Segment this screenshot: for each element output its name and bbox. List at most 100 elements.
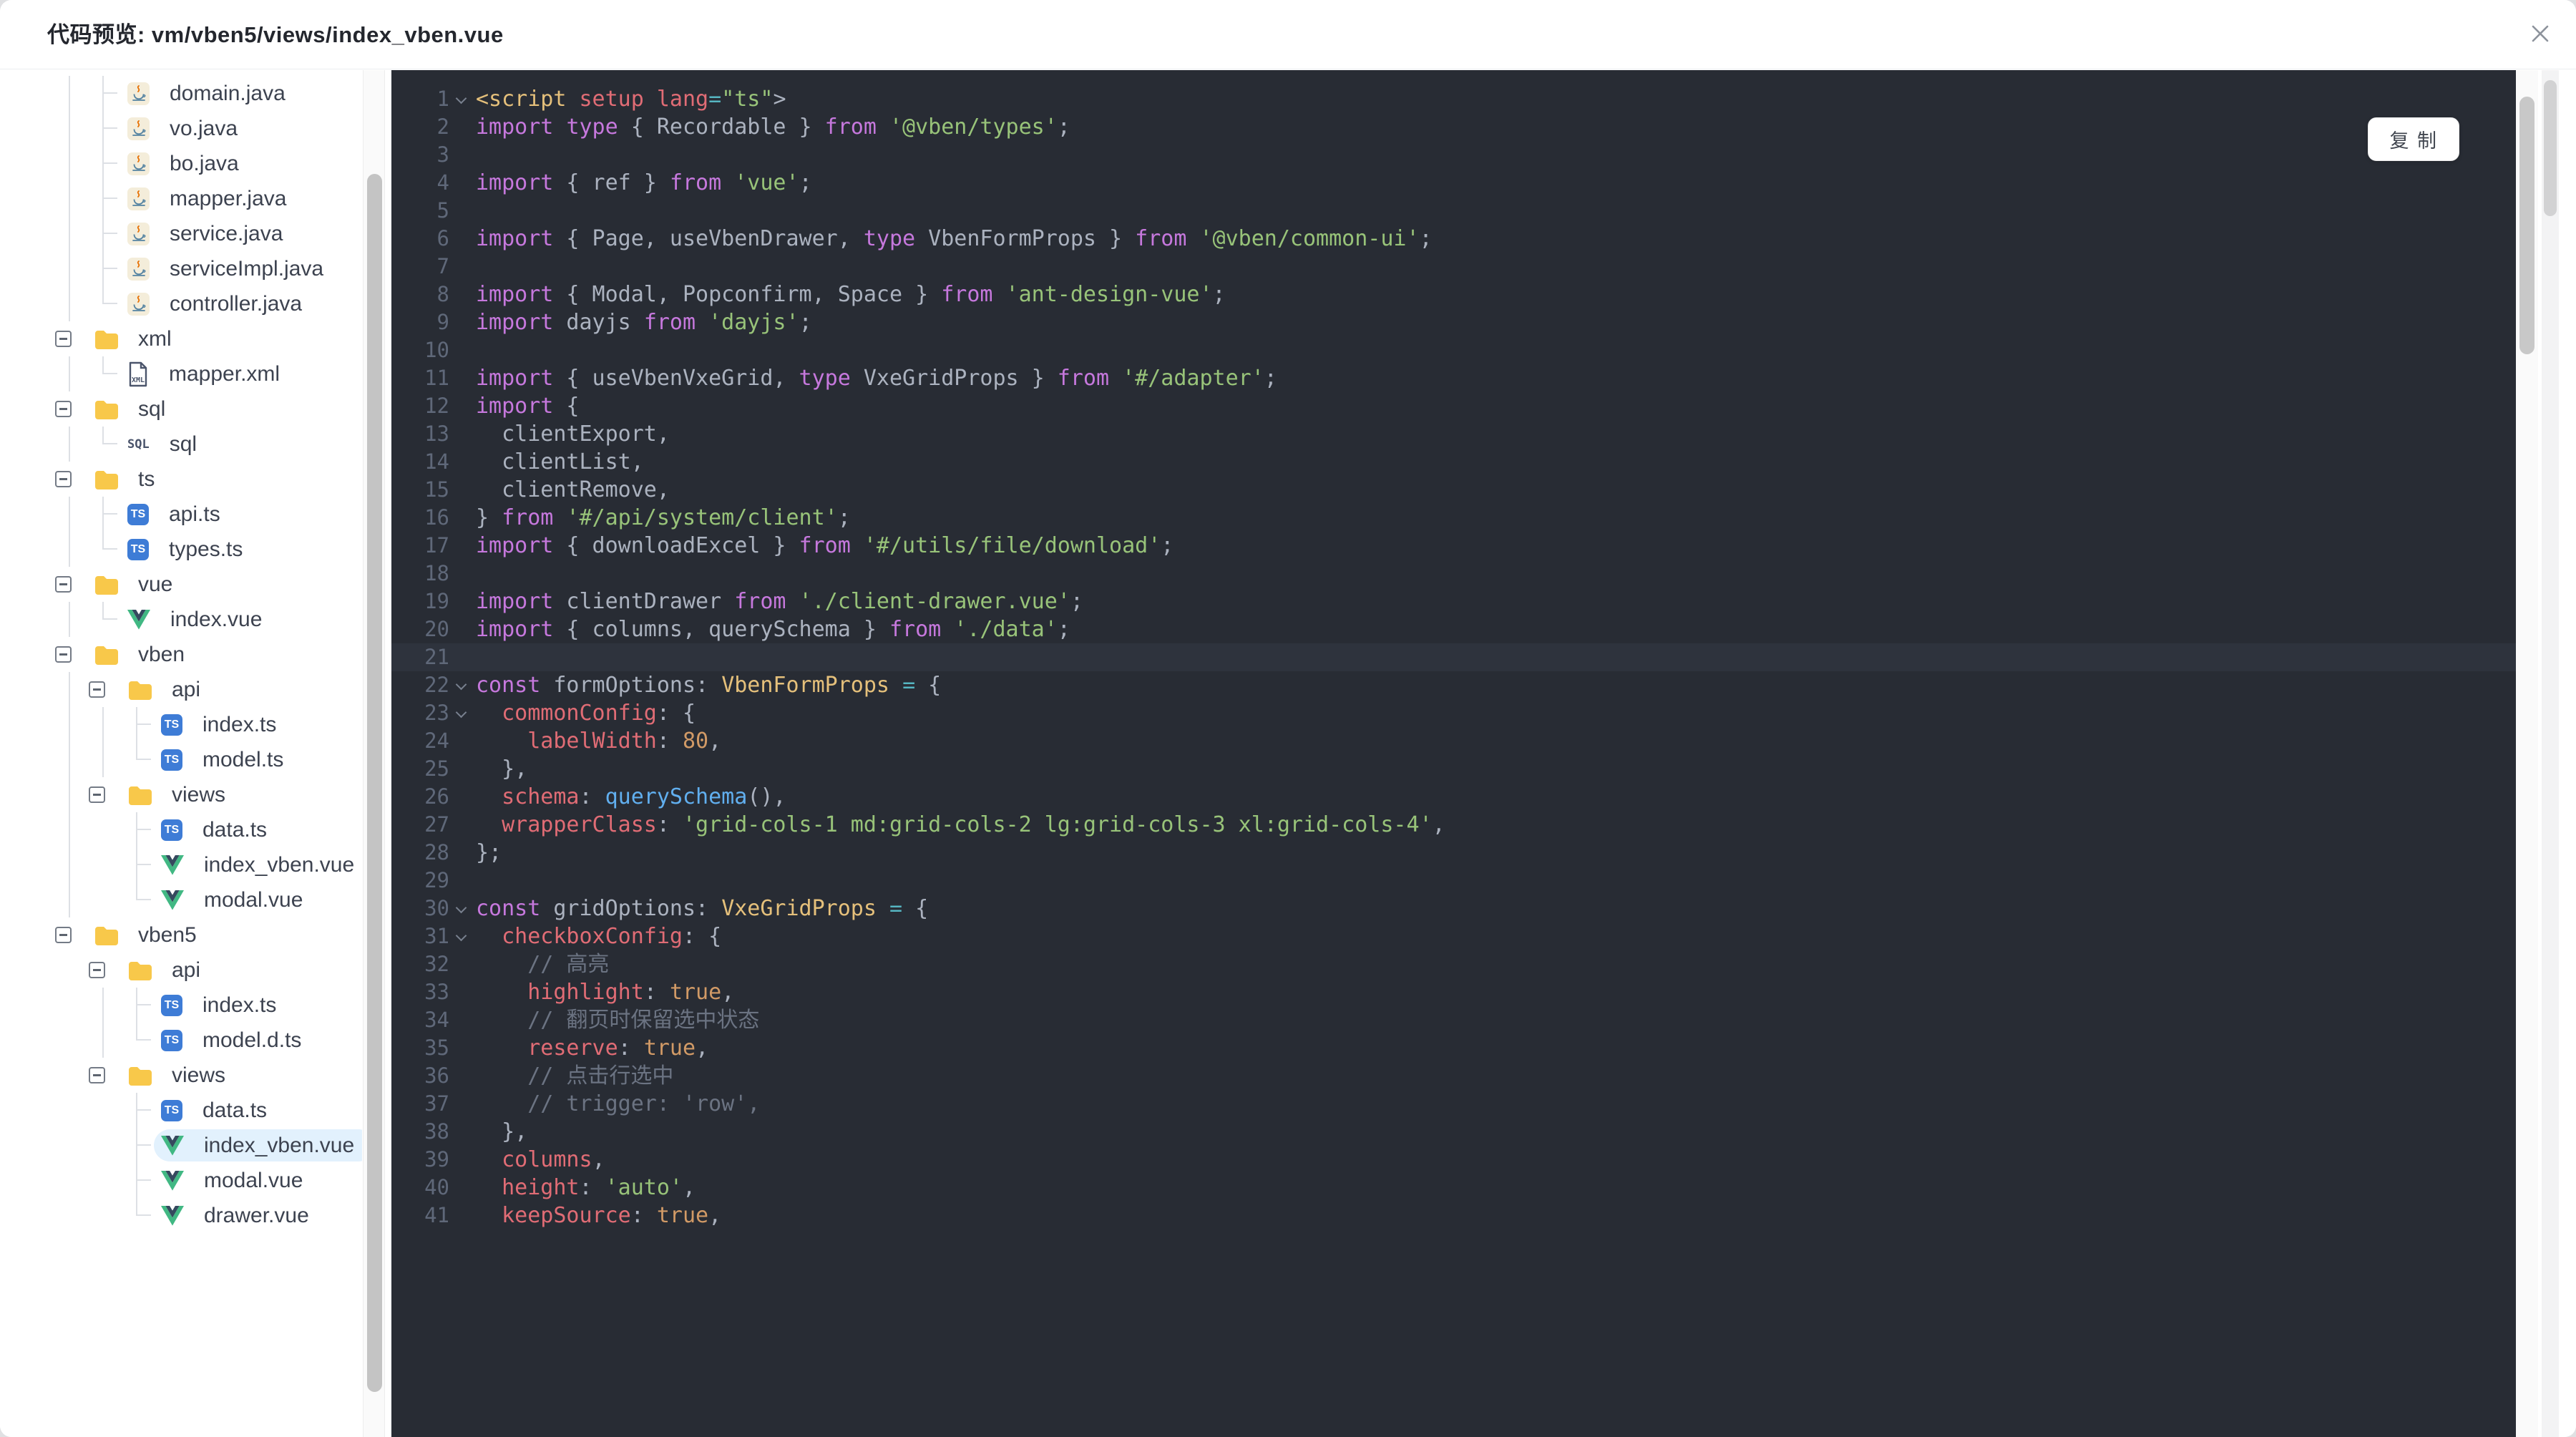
fold-toggle-icon[interactable]: [449, 895, 476, 922]
tree-item-content[interactable]: SQL sql: [120, 428, 217, 460]
tree-item-index.ts[interactable]: TS index.ts: [0, 988, 362, 1023]
tree-item-api.ts[interactable]: TS api.ts: [0, 497, 362, 532]
tree-guide-line: [69, 146, 70, 181]
tree-item-content[interactable]: TS model.d.ts: [154, 1024, 321, 1056]
fold-toggle-icon[interactable]: [449, 85, 476, 113]
tree-item-vo.java[interactable]: vo.java: [0, 111, 362, 146]
code-scrollbar-thumb[interactable]: [2519, 97, 2534, 354]
tree-item-index_vben.vue[interactable]: index_vben.vue: [0, 847, 362, 882]
tree-item-content[interactable]: TS data.ts: [154, 1094, 287, 1126]
collapse-toggle-icon[interactable]: [55, 331, 72, 347]
tree-item-content[interactable]: XML mapper.xml: [120, 358, 300, 390]
tree-item-content[interactable]: modal.vue: [154, 884, 323, 916]
fold-gutter: [449, 169, 476, 197]
collapse-toggle-icon[interactable]: [55, 471, 72, 487]
tree-item-content[interactable]: views: [120, 1059, 245, 1091]
tree-item-drawer.vue[interactable]: drawer.vue: [0, 1198, 362, 1233]
fold-gutter: [449, 588, 476, 615]
collapse-toggle-icon[interactable]: [89, 681, 105, 698]
tree-item-content[interactable]: TS types.ts: [120, 533, 263, 565]
tree-item-content[interactable]: index_vben.vue: [154, 849, 362, 881]
tree-item-content[interactable]: domain.java: [120, 77, 306, 109]
tree-item-sql[interactable]: sql: [0, 391, 362, 427]
tree-item-sql[interactable]: SQL sql: [0, 427, 362, 462]
tree-item-content[interactable]: TS index.ts: [154, 989, 296, 1021]
tree-item-vben[interactable]: vben: [0, 637, 362, 672]
fold-gutter: [449, 476, 476, 504]
file-tree-scrollbar-thumb[interactable]: [367, 174, 382, 1392]
file-tree-scrollbar[interactable]: [363, 70, 385, 1437]
tree-item-content[interactable]: drawer.vue: [154, 1199, 329, 1232]
tree-item-mapper.java[interactable]: mapper.java: [0, 181, 362, 216]
tree-item-content[interactable]: bo.java: [120, 147, 259, 180]
tree-item-content[interactable]: TS api.ts: [120, 498, 240, 530]
tree-item-content[interactable]: TS model.ts: [154, 744, 303, 776]
fold-toggle-icon[interactable]: [449, 671, 476, 699]
tree-item-xml[interactable]: xml: [0, 321, 362, 356]
tree-item-modal.vue[interactable]: modal.vue: [0, 882, 362, 917]
tree-item-content[interactable]: vo.java: [120, 112, 258, 145]
tree-item-content[interactable]: index_vben.vue: [154, 1129, 362, 1161]
tree-item-content[interactable]: service.java: [120, 218, 303, 250]
collapse-toggle-icon[interactable]: [89, 786, 105, 803]
tree-item-content[interactable]: api: [120, 954, 220, 986]
tree-item-content[interactable]: mapper.java: [120, 182, 306, 215]
tree-item-content[interactable]: vben5: [87, 919, 217, 951]
copy-button[interactable]: 复 制: [2368, 117, 2459, 161]
tree-item-content[interactable]: TS index.ts: [154, 708, 296, 741]
tree-item-types.ts[interactable]: TS types.ts: [0, 532, 362, 567]
tree-item-content[interactable]: vben: [87, 638, 205, 671]
tree-item-data.ts[interactable]: TS data.ts: [0, 812, 362, 847]
collapse-toggle-icon[interactable]: [55, 927, 72, 943]
tree-item-content[interactable]: ts: [87, 463, 175, 495]
tree-item-content[interactable]: vue: [87, 568, 192, 600]
tree-item-views[interactable]: views: [0, 777, 362, 812]
tree-item-content[interactable]: modal.vue: [154, 1164, 323, 1197]
java-icon: [127, 82, 150, 105]
tree-item-views[interactable]: views: [0, 1058, 362, 1093]
tree-item-serviceImpl.java[interactable]: serviceImpl.java: [0, 251, 362, 286]
collapse-toggle-icon[interactable]: [55, 401, 72, 417]
tree-item-bo.java[interactable]: bo.java: [0, 146, 362, 181]
tree-item-content[interactable]: controller.java: [120, 288, 322, 320]
collapse-toggle-icon[interactable]: [89, 962, 105, 978]
tree-item-model.ts[interactable]: TS model.ts: [0, 742, 362, 777]
tree-item-vben5[interactable]: vben5: [0, 917, 362, 953]
code-scrollbar[interactable]: [2516, 70, 2538, 1437]
dialog-scrollbar[interactable]: [2542, 70, 2559, 1437]
tree-item-index.vue[interactable]: index.vue: [0, 602, 362, 637]
fold-toggle-icon[interactable]: [449, 699, 476, 727]
tree-item-service.java[interactable]: service.java: [0, 216, 362, 251]
tree-item-content[interactable]: views: [120, 779, 245, 811]
tree-item-content[interactable]: api: [120, 673, 220, 706]
tree-item-content[interactable]: index.vue: [120, 603, 282, 635]
tree-item-controller.java[interactable]: controller.java: [0, 286, 362, 321]
tree-item-domain.java[interactable]: domain.java: [0, 76, 362, 111]
tree-item-content[interactable]: TS data.ts: [154, 814, 287, 846]
tree-item-index_vben.vue[interactable]: index_vben.vue: [0, 1128, 362, 1163]
tree-item-index.ts[interactable]: TS index.ts: [0, 707, 362, 742]
collapse-toggle-icon[interactable]: [55, 646, 72, 663]
fold-toggle-icon[interactable]: [449, 922, 476, 950]
collapse-toggle-icon[interactable]: [89, 1067, 105, 1083]
tree-item-ts[interactable]: ts: [0, 462, 362, 497]
tree-item-model.d.ts[interactable]: TS model.d.ts: [0, 1023, 362, 1058]
code-line-33: 33 highlight: true,: [391, 978, 2516, 1006]
tree-item-api[interactable]: api: [0, 953, 362, 988]
collapse-toggle-icon[interactable]: [55, 576, 72, 593]
code-text: clientList,: [476, 449, 644, 474]
code-editor[interactable]: 1 <script setup lang="ts"> 2 import type { …: [391, 70, 2516, 1437]
tree-item-api[interactable]: api: [0, 672, 362, 707]
tree-item-mapper.xml[interactable]: XML mapper.xml: [0, 356, 362, 391]
close-button[interactable]: [2522, 16, 2559, 53]
tree-guide-line: [69, 497, 70, 532]
tree-item-content[interactable]: sql: [87, 393, 185, 425]
tree-item-data.ts[interactable]: TS data.ts: [0, 1093, 362, 1128]
tree-item-vue[interactable]: vue: [0, 567, 362, 602]
code-preview-dialog: 代码预览: vm/vben5/views/index_vben.vue doma…: [0, 0, 2576, 1437]
tree-item-content[interactable]: serviceImpl.java: [120, 253, 343, 285]
tree-item-content[interactable]: xml: [87, 323, 192, 355]
tree-item-label: ts: [138, 467, 155, 491]
dialog-scrollbar-thumb[interactable]: [2544, 80, 2557, 216]
tree-item-modal.vue[interactable]: modal.vue: [0, 1163, 362, 1198]
